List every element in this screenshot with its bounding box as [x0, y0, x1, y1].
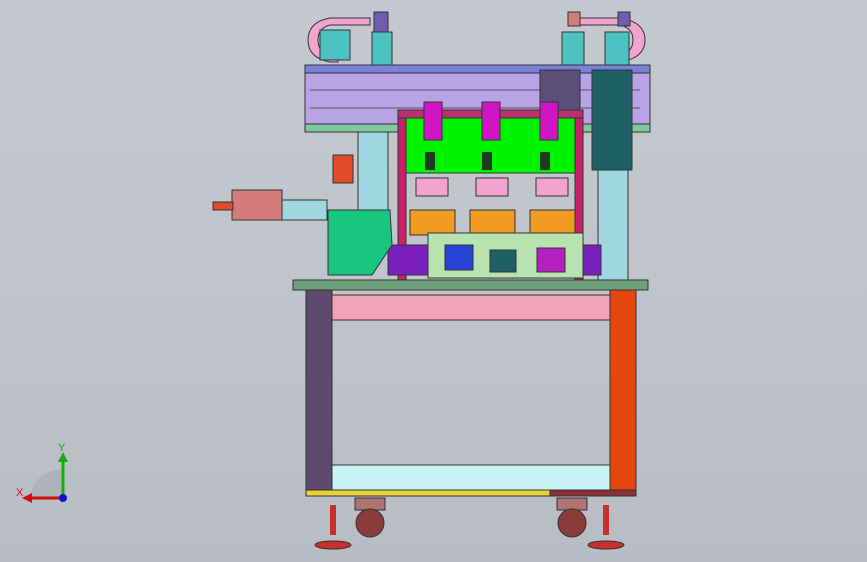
- left-purple-block: [387, 244, 429, 276]
- caster-left: [314, 497, 386, 550]
- side-feeder: [212, 189, 328, 221]
- caster-right: [556, 497, 625, 550]
- machine-assembly-model[interactable]: [0, 0, 867, 562]
- orange-jigs: [409, 209, 576, 236]
- left-leg: [305, 289, 333, 496]
- jig-base: [427, 232, 584, 279]
- cable-carrier-right: [561, 11, 646, 71]
- base-strip-right: [549, 489, 637, 497]
- right-purple-block: [582, 244, 602, 276]
- upper-rail: [331, 294, 611, 321]
- table-top: [292, 279, 649, 291]
- cad-viewport[interactable]: X Y: [0, 0, 867, 562]
- right-support: [597, 169, 629, 281]
- teal-guard: [327, 209, 393, 276]
- axis-y-label: Y: [58, 442, 66, 454]
- right-column: [591, 69, 633, 171]
- right-leg: [609, 289, 637, 496]
- cable-carrier-left: [307, 11, 393, 68]
- left-column: [357, 131, 389, 213]
- axis-x-label: X: [16, 487, 24, 499]
- left-sensor: [332, 154, 354, 184]
- press-heads: [415, 177, 569, 197]
- orientation-triad: [22, 452, 68, 503]
- lower-rail: [331, 464, 611, 491]
